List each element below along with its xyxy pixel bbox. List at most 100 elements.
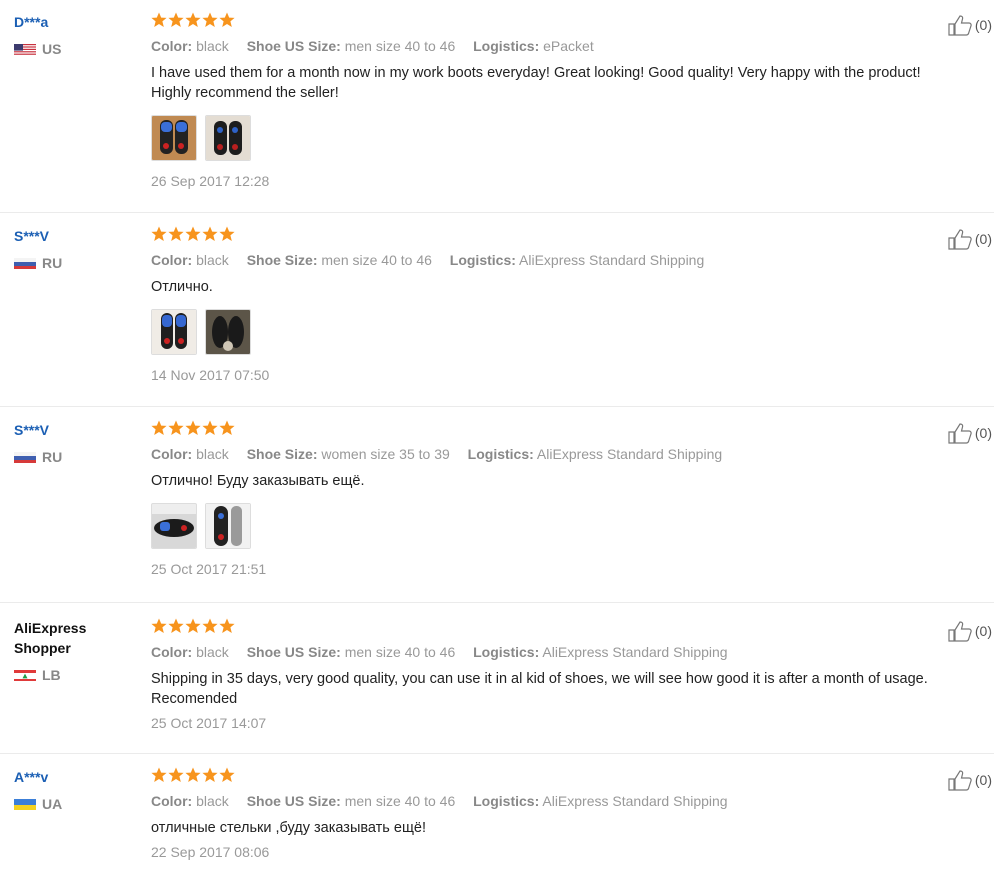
helpful-count: (0) [974, 772, 992, 788]
helpful-count: (0) [974, 425, 992, 441]
review-date: 26 Sep 2017 12:28 [151, 173, 270, 189]
buyer-name[interactable]: S***V [14, 420, 134, 440]
star-rating [151, 420, 941, 438]
star-icon [185, 420, 201, 435]
logistics-label: Logistics: [473, 38, 540, 54]
feedback-text: Отлично! Буду заказывать ещё. [151, 473, 365, 489]
buyer-name[interactable]: D***a [14, 12, 134, 32]
helpful-button[interactable]: (0) [948, 14, 992, 36]
size-value: men size 40 to 46 [344, 644, 456, 660]
review-divider [0, 602, 994, 603]
star-icon [151, 420, 167, 435]
color-value: black [196, 252, 229, 268]
review-photo[interactable] [151, 503, 197, 549]
buyer-info: D***a US [14, 12, 134, 57]
order-attributes: Color: black Shoe US Size: men size 40 t… [151, 37, 941, 55]
review-content: Color: black Shoe Size: women size 35 to… [151, 420, 941, 577]
star-icon [185, 767, 201, 782]
star-icon [202, 767, 218, 782]
size-value: men size 40 to 46 [344, 793, 456, 809]
color-value: black [196, 38, 229, 54]
star-icon [168, 12, 184, 27]
size-label: Shoe US Size: [246, 38, 341, 54]
logistics-label: Logistics: [467, 446, 534, 462]
country-code: RU [42, 449, 63, 465]
color-label: Color: [151, 644, 193, 660]
color-value: black [196, 446, 229, 462]
size-label: Shoe Size: [246, 446, 318, 462]
review-content: Color: black Shoe US Size: men size 40 t… [151, 12, 941, 189]
helpful-count: (0) [974, 17, 992, 33]
star-icon [219, 226, 235, 241]
helpful-count: (0) [974, 623, 992, 639]
star-icon [168, 420, 184, 435]
helpful-button[interactable]: (0) [948, 620, 992, 642]
review-content: Color: black Shoe US Size: men size 40 t… [151, 767, 941, 860]
buyer-info: S***V RU [14, 420, 134, 465]
logistics-label: Logistics: [473, 793, 540, 809]
star-icon [202, 618, 218, 633]
thumbs-up-icon [948, 15, 972, 36]
star-icon [202, 12, 218, 27]
buyer-info: A***v UA [14, 767, 134, 812]
buyer-country: LB [14, 667, 134, 683]
star-rating [151, 618, 941, 636]
helpful-button[interactable]: (0) [948, 228, 992, 250]
review-photo[interactable] [205, 503, 251, 549]
review-divider [0, 212, 994, 213]
review-date: 22 Sep 2017 08:06 [151, 844, 270, 860]
order-attributes: Color: black Shoe Size: women size 35 to… [151, 445, 941, 463]
buyer-country: US [14, 41, 134, 57]
lb-flag-icon [14, 669, 36, 681]
buyer-country: RU [14, 255, 134, 271]
logistics-value: AliExpress Standard Shipping [519, 252, 705, 268]
color-label: Color: [151, 793, 193, 809]
feedback-text: Shipping in 35 days, very good quality, … [151, 671, 928, 707]
star-icon [219, 767, 235, 782]
size-value: men size 40 to 46 [321, 252, 432, 268]
buyer-name[interactable]: S***V [14, 226, 134, 246]
star-icon [202, 420, 218, 435]
helpful-button[interactable]: (0) [948, 769, 992, 791]
order-attributes: Color: black Shoe Size: men size 40 to 4… [151, 251, 941, 269]
logistics-value: AliExpress Standard Shipping [542, 793, 728, 809]
star-icon [151, 12, 167, 27]
star-icon [202, 226, 218, 241]
review-photos [151, 115, 941, 161]
ru-flag-icon [14, 451, 36, 463]
order-attributes: Color: black Shoe US Size: men size 40 t… [151, 643, 941, 661]
thumbs-up-icon [948, 229, 972, 250]
star-icon [219, 12, 235, 27]
star-rating [151, 12, 941, 30]
review-content: Color: black Shoe Size: men size 40 to 4… [151, 226, 941, 383]
color-label: Color: [151, 38, 193, 54]
star-icon [219, 618, 235, 633]
review-photos [151, 309, 941, 355]
country-code: US [42, 41, 62, 57]
color-value: black [196, 793, 229, 809]
size-label: Shoe US Size: [246, 644, 341, 660]
buyer-name: AliExpress Shopper [14, 620, 87, 656]
review-photo[interactable] [151, 309, 197, 355]
color-label: Color: [151, 252, 193, 268]
us-flag-icon [14, 43, 36, 55]
review-photo[interactable] [151, 115, 197, 161]
buyer-name[interactable]: A***v [14, 767, 134, 787]
star-icon [151, 226, 167, 241]
buyer-info: AliExpress Shopper LB [14, 618, 134, 683]
buyer-info: S***V RU [14, 226, 134, 271]
review-date: 25 Oct 2017 21:51 [151, 561, 267, 577]
size-label: Shoe US Size: [246, 793, 341, 809]
review-divider [0, 753, 994, 754]
helpful-button[interactable]: (0) [948, 422, 992, 444]
review-photos [151, 503, 941, 549]
review-photo[interactable] [205, 115, 251, 161]
review-photo[interactable] [205, 309, 251, 355]
star-icon [168, 226, 184, 241]
buyer-country: UA [14, 796, 134, 812]
feedback-text: I have used them for a month now in my w… [151, 65, 921, 101]
size-value: women size 35 to 39 [321, 446, 450, 462]
color-label: Color: [151, 446, 193, 462]
thumbs-up-icon [948, 770, 972, 791]
logistics-label: Logistics: [473, 644, 540, 660]
